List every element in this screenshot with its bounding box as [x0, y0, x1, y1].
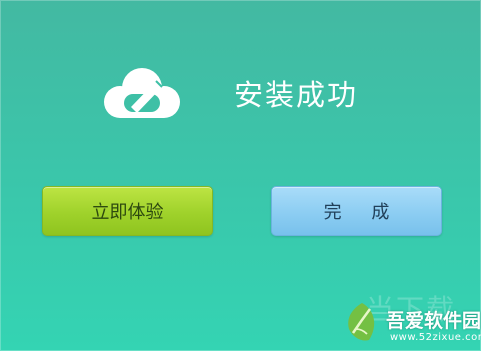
install-success-title: 安装成功: [234, 78, 359, 112]
watermark-url: www.52zixue.com: [390, 332, 481, 343]
installer-window: 安装成功 立即体验 完 成 当下载 吾爱软件园 www.52zixue.com: [0, 0, 481, 351]
try-now-button[interactable]: 立即体验: [42, 186, 213, 236]
leaf-logo-icon: [348, 303, 375, 341]
success-header: 安装成功: [100, 58, 400, 128]
site-watermark: 当下载 吾爱软件园 www.52zixue.com: [336, 292, 481, 351]
watermark-site-name: 吾爱软件园: [386, 310, 481, 332]
cloud-pencil-icon: [104, 68, 180, 118]
finish-button[interactable]: 完 成: [271, 186, 442, 236]
